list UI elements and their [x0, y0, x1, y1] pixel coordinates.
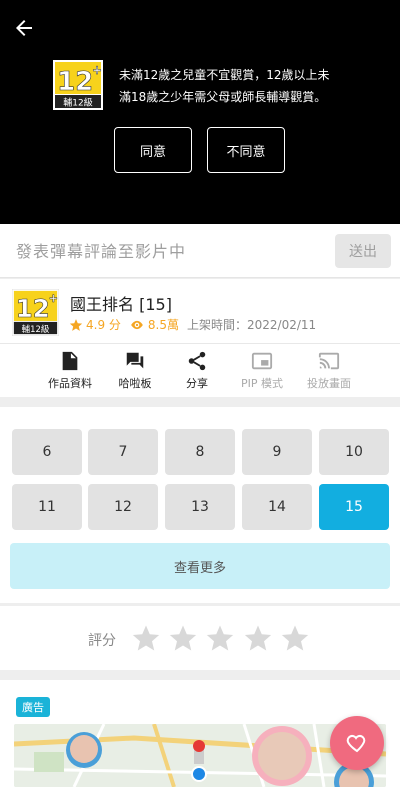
svg-text:輔12級: 輔12級: [22, 324, 50, 334]
disagree-button[interactable]: 不同意: [207, 127, 285, 173]
star-icon[interactable]: [131, 623, 161, 653]
star-icon: [69, 318, 83, 331]
action-forum[interactable]: 哈啦板: [102, 350, 168, 391]
svg-text:12: 12: [16, 294, 50, 323]
svg-text:+: +: [92, 63, 102, 77]
action-label: 哈啦板: [118, 377, 152, 390]
action-label: 作品資料: [48, 377, 92, 390]
action-details[interactable]: 作品資料: [37, 350, 103, 391]
svg-text:輔12級: 輔12級: [63, 97, 92, 109]
warning-line-2: 滿18歲之少年需父母或師長輔導觀賞。: [119, 90, 327, 104]
episode-button-active[interactable]: 15: [319, 484, 389, 530]
episode-button[interactable]: 13: [165, 484, 235, 530]
age-warning-text: 未滿12歲之兒童不宜觀賞，12歲以上未 滿18歲之少年需父母或師長輔導觀賞。: [119, 64, 379, 108]
warning-line-1: 未滿12歲之兒童不宜觀賞，12歲以上未: [119, 68, 330, 82]
info-meta: 4.9 分 8.5萬 上架時間：2022/02/11: [69, 316, 316, 333]
age-rating-badge-small: 12 + 輔12級: [12, 289, 59, 336]
page-title: 國王排名 [15]: [70, 295, 172, 314]
action-share[interactable]: 分享: [164, 350, 230, 391]
episode-button[interactable]: 10: [319, 429, 389, 475]
star-icon[interactable]: [280, 623, 310, 653]
danmaku-input[interactable]: 發表彈幕評論至影片中: [16, 238, 186, 262]
share-icon: [188, 351, 206, 371]
star-icon[interactable]: [205, 623, 235, 653]
agree-button[interactable]: 同意: [114, 127, 192, 173]
send-button[interactable]: 送出: [335, 234, 391, 268]
release-date: 上架時間：2022/02/11: [187, 318, 317, 332]
chat-icon: [126, 352, 144, 369]
episode-button[interactable]: 7: [88, 429, 158, 475]
star-icon[interactable]: [168, 623, 198, 653]
rating-row: 評分: [0, 606, 400, 670]
action-row: 作品資料 哈啦板 分享 PIP 模式 投放畫面: [0, 343, 400, 397]
star-icon[interactable]: [243, 623, 273, 653]
svg-text:12: 12: [57, 67, 93, 97]
action-pip[interactable]: PIP 模式: [229, 350, 295, 391]
action-label: PIP 模式: [240, 377, 283, 390]
score-text: 4.9 分: [86, 318, 121, 332]
episode-button[interactable]: 14: [242, 484, 312, 530]
document-icon: [62, 351, 78, 371]
episode-grid: 6 7 8 9 10 11 12 13 14 15 查看更多: [0, 407, 400, 603]
svg-text:+: +: [49, 292, 58, 305]
ad-badge: 廣告: [16, 697, 50, 717]
heart-icon: [346, 734, 366, 753]
pip-icon: [251, 352, 273, 370]
rating-label: 評分: [88, 633, 116, 649]
action-label: 分享: [186, 377, 208, 390]
episode-button[interactable]: 11: [12, 484, 82, 530]
ad-map-image[interactable]: [14, 724, 386, 787]
danmaku-bar: 發表彈幕評論至影片中 送出: [0, 224, 400, 278]
favorite-button[interactable]: [330, 716, 384, 770]
more-episodes-button[interactable]: 查看更多: [10, 543, 390, 589]
episode-button[interactable]: 12: [88, 484, 158, 530]
action-label: 投放畫面: [307, 377, 351, 390]
episode-button[interactable]: 6: [12, 429, 82, 475]
cast-icon: [318, 352, 340, 370]
episode-button[interactable]: 9: [242, 429, 312, 475]
anime-info: 12 + 輔12級 國王排名 [15] 4.9 分 8.5萬 上架時間：2022…: [0, 279, 400, 343]
action-cast[interactable]: 投放畫面: [296, 350, 362, 391]
age-rating-badge: 12 + 輔12級: [53, 60, 103, 110]
episode-button[interactable]: 8: [165, 429, 235, 475]
video-player[interactable]: 12 + 輔12級 未滿12歲之兒童不宜觀賞，12歲以上未 滿18歲之少年需父母…: [0, 0, 400, 224]
back-arrow-icon[interactable]: [12, 16, 36, 40]
views-text: 8.5萬: [147, 318, 179, 332]
eye-icon: [131, 320, 143, 329]
